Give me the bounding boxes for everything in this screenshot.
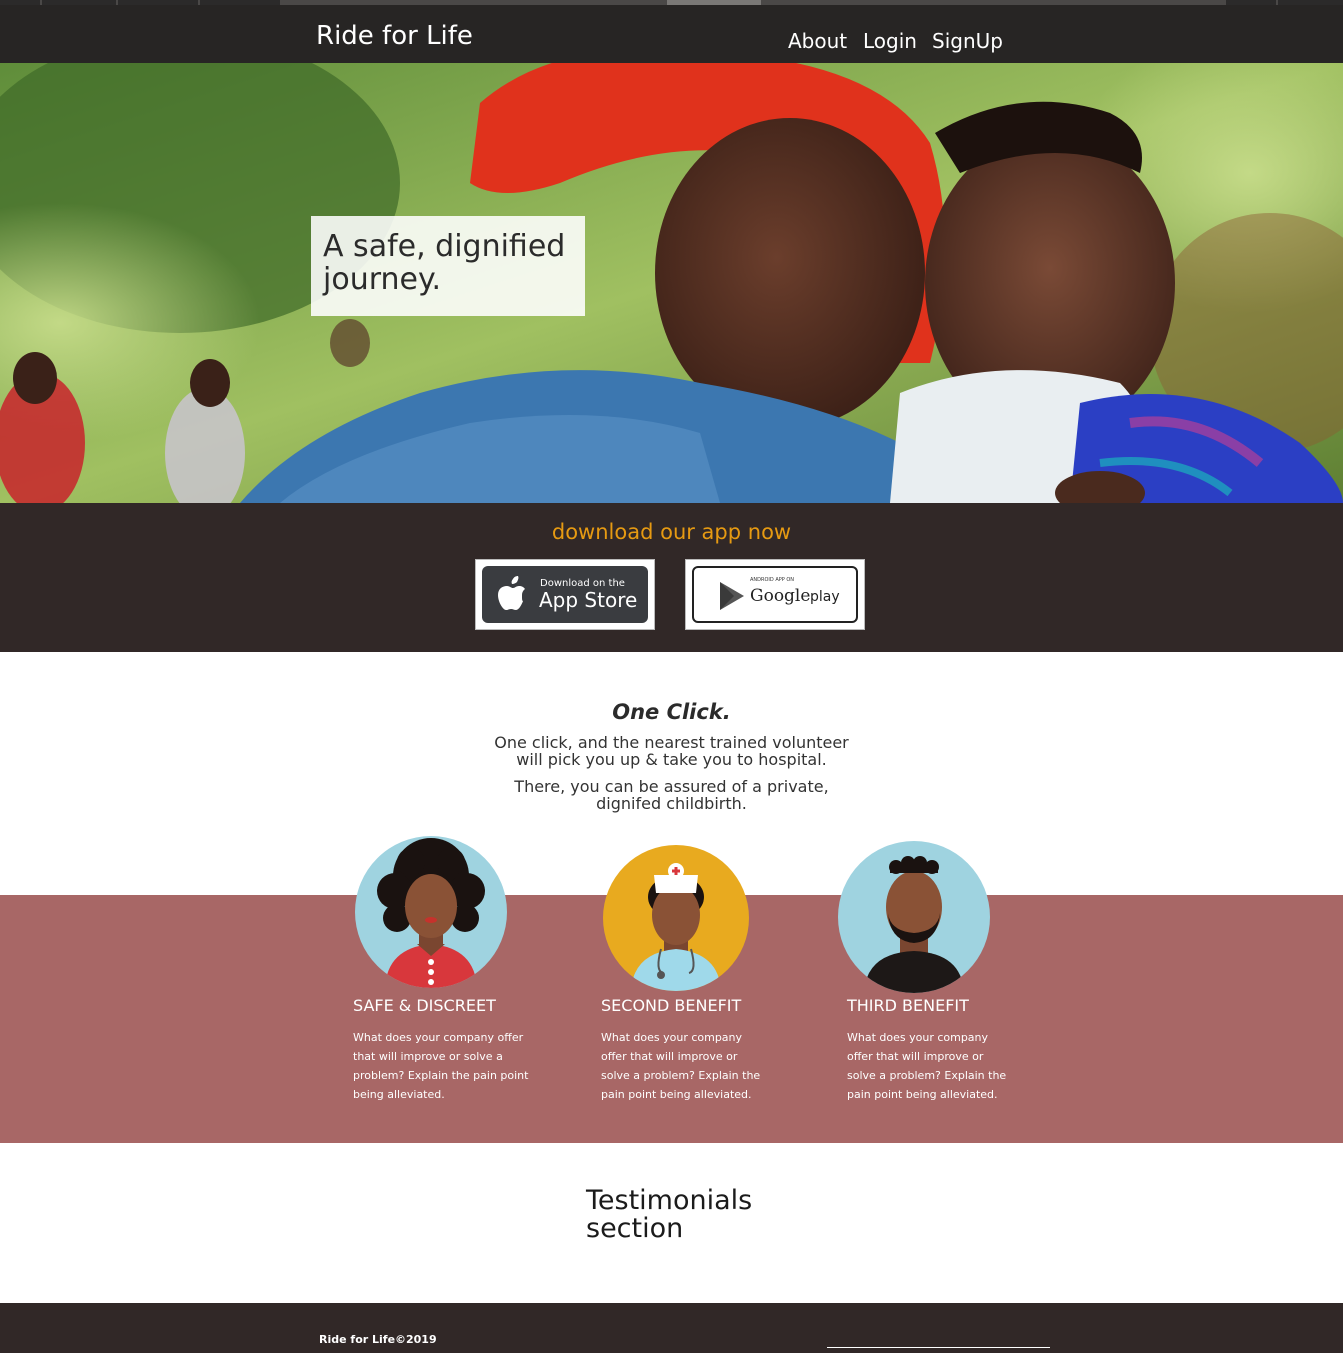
footer: Ride for Life ©2019 (0, 1303, 1343, 1353)
navbar: Ride for Life About Login SignUp (0, 5, 1343, 63)
hero-tagline-box: A safe, dignified journey. (311, 216, 585, 316)
benefit-text-3: What does your company offer that will i… (847, 1031, 1007, 1101)
brand-logo-link[interactable]: Ride for Life (316, 21, 473, 51)
google-play-small-text: ANDROID APP ON (750, 577, 795, 583)
footer-divider (827, 1347, 1050, 1348)
benefit-title-3: THIRD BENEFIT (847, 996, 969, 1015)
hero-photo (0, 63, 1343, 503)
download-section: download our app now Download on the App… (0, 503, 1343, 652)
benefit-text-2: What does your company offer that will i… (601, 1031, 761, 1101)
hero-tagline-line1: A safe, dignified (323, 229, 566, 264)
man-avatar-icon (838, 841, 990, 993)
one-click-section: One Click. One click, and the nearest tr… (0, 700, 1343, 812)
footer-copyright: ©2019 (395, 1333, 437, 1346)
google-play-play-text: play (810, 589, 840, 605)
google-play-brand-text: Google (750, 586, 811, 606)
one-click-paragraph-1: One click, and the nearest trained volun… (494, 733, 849, 769)
woman-avatar-icon (355, 836, 507, 988)
one-click-title: One Click. (612, 700, 731, 724)
nav-link-signup[interactable]: SignUp (932, 29, 1003, 53)
apple-icon (498, 576, 525, 610)
one-click-paragraph-2: There, you can be assured of a private, … (514, 777, 829, 813)
nav-link-login[interactable]: Login (863, 29, 917, 53)
testimonials-heading: Testimonials section (586, 1185, 753, 1244)
hero-tagline-line2: journey. (323, 262, 441, 297)
nurse-avatar-icon (603, 845, 749, 991)
app-store-button[interactable]: Download on the App Store (475, 559, 655, 630)
footer-brand: Ride for Life (319, 1333, 396, 1346)
google-play-button[interactable]: ANDROID APP ON Google play (685, 559, 865, 630)
benefit-text-1: What does your company offer that will i… (353, 1031, 529, 1101)
hero-tagline: A safe, dignified journey. (323, 230, 565, 296)
download-title: download our app now (551, 520, 792, 544)
hero-banner: A safe, dignified journey. (0, 63, 1343, 503)
benefit-title-2: SECOND BENEFIT (601, 996, 742, 1015)
benefit-title-1: SAFE & DISCREET (353, 996, 496, 1015)
app-store-large-text: App Store (539, 588, 638, 612)
play-triangle-icon (720, 582, 744, 610)
nav-link-about[interactable]: About (788, 29, 847, 53)
